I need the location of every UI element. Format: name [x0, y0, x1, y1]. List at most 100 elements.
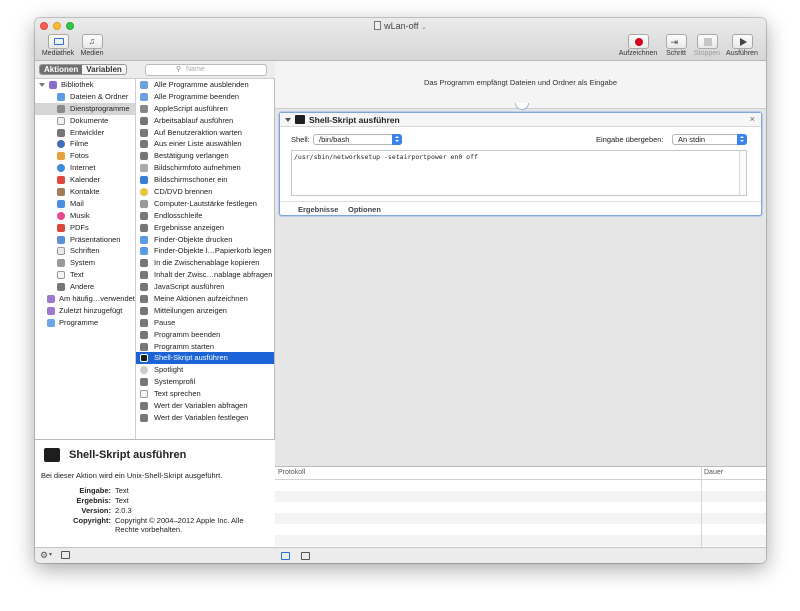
- library-group-most-used[interactable]: Am häufig…verwendet: [35, 293, 135, 305]
- action-item[interactable]: Bestätigung verlangen: [136, 150, 274, 162]
- action-item[interactable]: Bildschirmfoto aufnehmen: [136, 162, 274, 174]
- library-item-other[interactable]: Andere: [35, 281, 135, 293]
- library-folder-icon: [49, 81, 57, 89]
- action-item[interactable]: Meine Aktionen aufzeichnen: [136, 293, 274, 305]
- library-group-applications[interactable]: Programme: [35, 317, 135, 329]
- log-row: [275, 480, 766, 491]
- action-item[interactable]: Mitteilungen anzeigen: [136, 305, 274, 317]
- music-icon: [57, 211, 65, 220]
- action-item[interactable]: Ergebnisse anzeigen: [136, 222, 274, 234]
- action-item[interactable]: In die Zwischenablage kopieren: [136, 257, 274, 269]
- step-toolbar-button[interactable]: ⇥ Schritt: [661, 34, 691, 57]
- chevron-down-icon[interactable]: ▾: [49, 551, 52, 558]
- run-toolbar-button[interactable]: Ausführen: [723, 34, 761, 57]
- script-editor[interactable]: /usr/sbin/networksetup -setairportpower …: [291, 150, 747, 196]
- movie-icon: [57, 140, 65, 149]
- library-item-calendar[interactable]: Kalender: [35, 174, 135, 186]
- action-item[interactable]: Finder-Objekte drucken: [136, 234, 274, 246]
- library-item-pdfs[interactable]: PDFs: [35, 222, 135, 234]
- library-root[interactable]: Bibliothek: [35, 79, 135, 91]
- action-item[interactable]: Inhalt der Zwisc…nablage abfragen: [136, 269, 274, 281]
- action-item[interactable]: CD/DVD brennen: [136, 186, 274, 198]
- gear-icon[interactable]: ⚙: [40, 550, 48, 561]
- library-item-presentations[interactable]: Präsentationen: [35, 234, 135, 246]
- action-item[interactable]: Alle Programme beenden: [136, 91, 274, 103]
- action-item[interactable]: Programm starten: [136, 341, 274, 353]
- automator-icon: [140, 116, 148, 125]
- screensaver-icon: [140, 176, 148, 185]
- variables-view-icon[interactable]: [301, 552, 310, 560]
- library-toolbar-button[interactable]: Mediathek: [41, 34, 75, 57]
- finder-icon: [140, 247, 148, 256]
- shell-popup[interactable]: /bin/bash: [313, 134, 402, 145]
- library-item-system[interactable]: System: [35, 257, 135, 269]
- action-item[interactable]: Programm beenden: [136, 329, 274, 341]
- action-item[interactable]: Wert der Variablen abfragen: [136, 400, 274, 412]
- log-column-duration[interactable]: Dauer: [704, 469, 723, 476]
- volume-icon: [140, 199, 148, 208]
- tab-results[interactable]: Ergebnisse: [298, 205, 338, 214]
- tab-options[interactable]: Optionen: [348, 205, 381, 214]
- close-icon[interactable]: ×: [750, 114, 755, 124]
- action-item[interactable]: Alle Programme ausblenden: [136, 79, 274, 91]
- action-item[interactable]: Finder-Objekte l…Papierkorb legen: [136, 245, 274, 257]
- library-item-music[interactable]: Musik: [35, 210, 135, 222]
- library-item-mail[interactable]: Mail: [35, 198, 135, 210]
- library-item-documents[interactable]: Dokumente: [35, 115, 135, 127]
- action-item[interactable]: Wert der Variablen festlegen: [136, 412, 274, 424]
- script-scrollbar[interactable]: [739, 151, 746, 195]
- disclosure-triangle-icon[interactable]: [39, 83, 45, 87]
- pass-input-popup[interactable]: An stdin: [672, 134, 747, 145]
- log-row: [275, 491, 766, 502]
- library-item-movies[interactable]: Filme: [35, 138, 135, 150]
- action-item[interactable]: Pause: [136, 317, 274, 329]
- stop-toolbar-button[interactable]: Stoppen: [691, 34, 723, 57]
- log-column-protocol[interactable]: Protokoll: [278, 469, 305, 476]
- action-item[interactable]: Text sprechen: [136, 388, 274, 400]
- action-item[interactable]: Aus einer Liste auswählen: [136, 138, 274, 150]
- tab-actions[interactable]: Aktionen: [40, 65, 83, 74]
- action-item[interactable]: Endlosschleife: [136, 210, 274, 222]
- spotlight-icon: [140, 366, 148, 375]
- automator-icon: [140, 223, 148, 232]
- log-header: Protokoll Dauer: [275, 467, 766, 548]
- action-card-header[interactable]: Shell-Skript ausführen ×: [280, 113, 761, 127]
- library-group-recently-added[interactable]: Zuletzt hinzugefügt: [35, 305, 135, 317]
- log-view-icon[interactable]: [281, 552, 290, 560]
- presentation-icon: [57, 235, 65, 244]
- action-item[interactable]: Arbeitsablauf ausführen: [136, 115, 274, 127]
- action-item[interactable]: Bildschirmschoner ein: [136, 174, 274, 186]
- library-item-internet[interactable]: Internet: [35, 162, 135, 174]
- tab-variables[interactable]: Variablen: [82, 65, 126, 74]
- tools-icon: [57, 283, 65, 292]
- collapse-triangle-icon[interactable]: [285, 118, 291, 122]
- screenshot-icon: [140, 164, 148, 173]
- loop-icon: [140, 211, 148, 220]
- action-item[interactable]: Auf Benutzeraktion warten: [136, 127, 274, 139]
- search-input[interactable]: ⚲ Name: [145, 64, 267, 76]
- action-item-shell-script[interactable]: Shell-Skript ausführen: [136, 352, 274, 365]
- library-item-contacts[interactable]: Kontakte: [35, 186, 135, 198]
- automator-icon: [140, 342, 148, 351]
- action-item[interactable]: Systemprofil: [136, 376, 274, 388]
- utilities-icon: [57, 104, 65, 113]
- action-item[interactable]: Computer-Lautstärke festlegen: [136, 198, 274, 210]
- library-item-fonts[interactable]: Schriften: [35, 245, 135, 257]
- library-item-text[interactable]: Text: [35, 269, 135, 281]
- library-item-files-folders[interactable]: Dateien & Ordner: [35, 91, 135, 103]
- smart-folder-icon: [47, 295, 55, 304]
- javascript-icon: [140, 283, 148, 292]
- description-toggle-icon[interactable]: [61, 551, 70, 559]
- record-toolbar-button[interactable]: Aufzeichnen: [615, 34, 661, 57]
- action-item[interactable]: Spotlight: [136, 364, 274, 376]
- action-item[interactable]: AppleScript ausführen: [136, 103, 274, 115]
- action-item[interactable]: JavaScript ausführen: [136, 281, 274, 293]
- library-item-utilities[interactable]: Dienstprogramme: [35, 102, 135, 115]
- library-item-photos[interactable]: Fotos: [35, 150, 135, 162]
- media-toolbar-button[interactable]: ♫ Medien: [77, 34, 107, 57]
- window-title[interactable]: wLan-off ⌄: [35, 21, 766, 31]
- library-item-developer[interactable]: Entwickler: [35, 127, 135, 139]
- automator-icon: [140, 152, 148, 161]
- automator-icon: [140, 140, 148, 149]
- shell-script-action-card[interactable]: Shell-Skript ausführen × Shell: /bin/bas…: [279, 112, 762, 216]
